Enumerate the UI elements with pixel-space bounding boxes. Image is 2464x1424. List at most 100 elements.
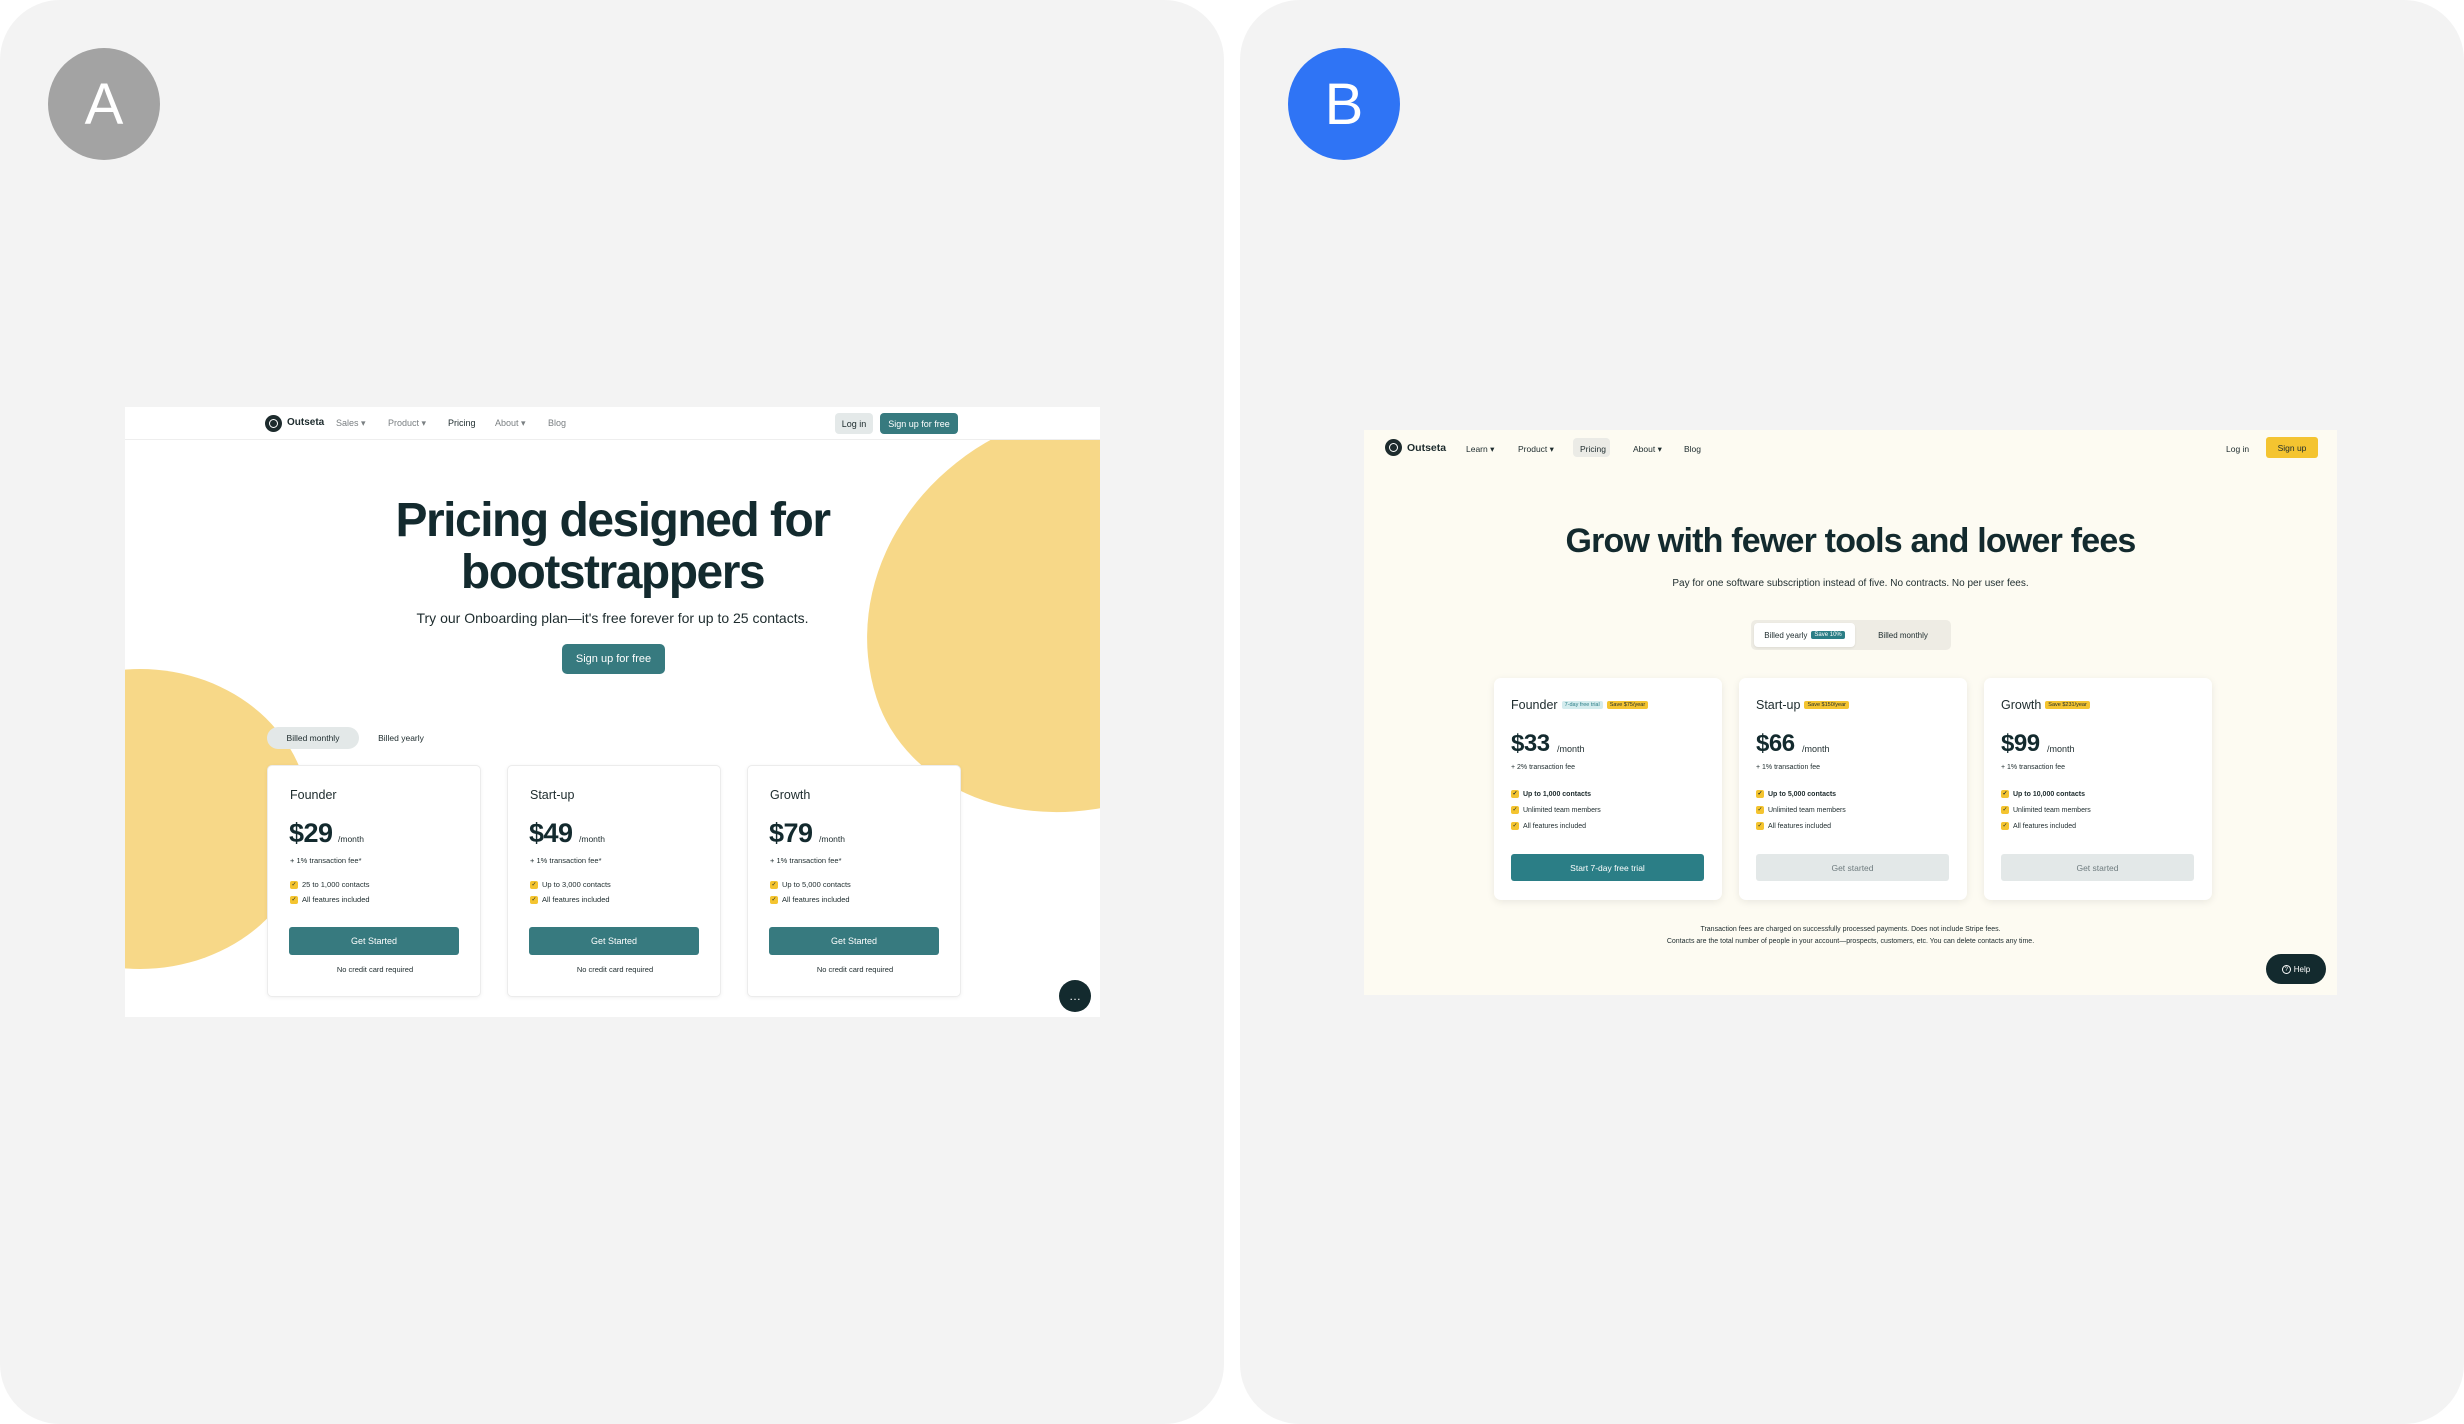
- nav-item-product[interactable]: Product ▾: [388, 418, 426, 429]
- plan-feature: ✓ 25 to 1,000 contacts: [290, 880, 370, 889]
- help-button[interactable]: ? Help: [2266, 954, 2326, 984]
- screenshot-b: Outseta Learn ▾ Product ▾ Pricing About …: [1364, 430, 2337, 995]
- plan-name: Start-up: [530, 788, 575, 802]
- billing-toggle-yearly[interactable]: Billed yearly Save 10%: [1754, 623, 1855, 647]
- plan-feature: ✓ All features included: [290, 895, 370, 904]
- get-started-button[interactable]: Get Started: [529, 927, 699, 955]
- nav-signup-button[interactable]: Sign up for free: [880, 413, 958, 434]
- plan-card-start-up: Start-up $49 /month + 1% transaction fee…: [507, 765, 721, 997]
- billing-toggle-yearly[interactable]: Billed yearly: [361, 727, 441, 749]
- plan-fee: + 2% transaction fee: [1511, 764, 1576, 771]
- get-started-button[interactable]: Get started: [1756, 854, 1949, 881]
- check-icon: ✓: [770, 880, 778, 889]
- chat-bubble-icon[interactable]: …: [1059, 980, 1091, 1012]
- check-icon: ✓: [770, 895, 778, 904]
- plan-price: $99: [2001, 730, 2040, 757]
- check-icon: ✓: [530, 895, 538, 904]
- plan-period: /month: [2047, 744, 2075, 754]
- plan-card-start-up: Start-up Save $150/year $66 /month + 1% …: [1739, 678, 1967, 900]
- check-icon: ✓: [1511, 806, 1519, 814]
- nav-signup-button[interactable]: Sign up: [2266, 437, 2318, 458]
- check-icon: ✓: [1756, 790, 1764, 798]
- help-icon: ?: [2281, 964, 2291, 974]
- plan-fee: + 1% transaction fee*: [530, 856, 602, 865]
- plan-feature: ✓ Up to 10,000 contacts: [2001, 790, 2085, 798]
- outseta-logo-icon[interactable]: [1385, 439, 1402, 456]
- plan-name: Growth Save $231/year: [2001, 698, 2090, 712]
- plan-feature: ✓ All features included: [770, 895, 850, 904]
- get-started-button[interactable]: Get Started: [769, 927, 939, 955]
- get-started-button[interactable]: Get Started: [289, 927, 459, 955]
- trial-tag: 7-day free trial: [1561, 701, 1603, 709]
- plan-price: $79: [769, 818, 813, 848]
- nav-item-about[interactable]: About ▾: [495, 418, 526, 429]
- plan-price: $49: [529, 818, 573, 848]
- login-button[interactable]: Log in: [835, 413, 873, 434]
- plan-name: Start-up Save $150/year: [1756, 698, 1849, 712]
- plan-feature: ✓ Up to 1,000 contacts: [1511, 790, 1592, 798]
- no-card-note: No credit card required: [336, 965, 414, 974]
- page-title: Pricing designed for bootstrappers: [395, 494, 831, 599]
- get-started-button[interactable]: Get started: [2001, 854, 2194, 881]
- plan-period: /month: [338, 834, 364, 844]
- brand-name[interactable]: Outseta: [1407, 442, 1446, 454]
- outseta-logo-icon[interactable]: [265, 415, 282, 432]
- plan-period: /month: [819, 834, 845, 844]
- check-icon: ✓: [1511, 822, 1519, 830]
- plan-price: $33: [1511, 730, 1550, 757]
- plan-card-growth: Growth Save $231/year $99 /month + 1% tr…: [1984, 678, 2212, 900]
- plan-price: $66: [1756, 730, 1795, 757]
- nav-item-blog[interactable]: Blog: [1684, 444, 1701, 454]
- save-badge: Save 10%: [1811, 631, 1845, 639]
- plan-feature: ✓ Up to 5,000 contacts: [770, 880, 851, 889]
- brand-name[interactable]: Outseta: [287, 417, 324, 428]
- plan-feature: ✓ All features included: [1511, 822, 1587, 830]
- plan-card-founder: Founder 7-day free trial Save $75/year $…: [1494, 678, 1722, 900]
- navbar: Outseta Sales ▾ Product ▾ Pricing About …: [125, 407, 1100, 440]
- comparison-panel-b: B Outseta Learn ▾ Product ▾ Pricing Abou…: [1240, 0, 2464, 1424]
- plan-feature: ✓ All features included: [530, 895, 610, 904]
- hero-signup-button[interactable]: Sign up for free: [562, 644, 665, 674]
- billing-toggle-monthly[interactable]: Billed monthly: [267, 727, 359, 749]
- savings-tag: Save $150/year: [1804, 701, 1849, 709]
- check-icon: ✓: [290, 895, 298, 904]
- nav-item-pricing[interactable]: Pricing: [1580, 444, 1606, 454]
- check-icon: ✓: [290, 880, 298, 889]
- check-icon: ✓: [2001, 822, 2009, 830]
- check-icon: ✓: [530, 880, 538, 889]
- nav-item-product[interactable]: Product ▾: [1518, 444, 1554, 455]
- plan-period: /month: [1557, 744, 1585, 754]
- plan-feature: ✓ Up to 5,000 contacts: [1756, 790, 1837, 798]
- plan-card-growth: Growth $79 /month + 1% transaction fee* …: [747, 765, 961, 997]
- plan-fee: + 1% transaction fee*: [290, 856, 362, 865]
- billing-toggle-monthly[interactable]: Billed monthly: [1857, 623, 1949, 647]
- plan-feature: ✓ Unlimited team members: [1511, 806, 1601, 814]
- plan-name: Growth: [770, 788, 811, 802]
- plan-fee: + 1% transaction fee: [2001, 764, 2066, 771]
- check-icon: ✓: [2001, 790, 2009, 798]
- plan-feature: ✓ All features included: [2001, 822, 2077, 830]
- nav-item-sales[interactable]: Sales ▾: [336, 418, 366, 429]
- plan-feature: ✓ Unlimited team members: [1756, 806, 1846, 814]
- nav-item-about[interactable]: About ▾: [1633, 444, 1662, 455]
- start-trial-button[interactable]: Start 7-day free trial: [1511, 854, 1704, 881]
- plan-feature: ✓ Up to 3,000 contacts: [530, 880, 611, 889]
- plan-name: Founder 7-day free trial Save $75/year: [1511, 698, 1649, 712]
- check-icon: ✓: [1511, 790, 1519, 798]
- check-icon: ✓: [2001, 806, 2009, 814]
- nav-item-learn[interactable]: Learn ▾: [1466, 444, 1494, 455]
- plan-feature: ✓ All features included: [1756, 822, 1832, 830]
- plan-fee: + 1% transaction fee: [1756, 764, 1821, 771]
- nav-item-pricing[interactable]: Pricing: [448, 418, 476, 428]
- footnote-transaction-fees: Transaction fees are charged on successf…: [1700, 926, 2001, 933]
- no-card-note: No credit card required: [816, 965, 894, 974]
- comparison-panel-a: A Outseta Sales ▾ Product ▾ Pricing Abou…: [0, 0, 1224, 1424]
- plan-price: $29: [289, 818, 333, 848]
- check-icon: ✓: [1756, 806, 1764, 814]
- login-link[interactable]: Log in: [2226, 444, 2249, 454]
- screenshot-a: Outseta Sales ▾ Product ▾ Pricing About …: [125, 407, 1100, 1017]
- hero-subtitle: Try our Onboarding plan—it's free foreve…: [416, 610, 809, 626]
- nav-item-blog[interactable]: Blog: [548, 418, 566, 428]
- plan-fee: + 1% transaction fee*: [770, 856, 842, 865]
- plan-name: Founder: [290, 788, 337, 802]
